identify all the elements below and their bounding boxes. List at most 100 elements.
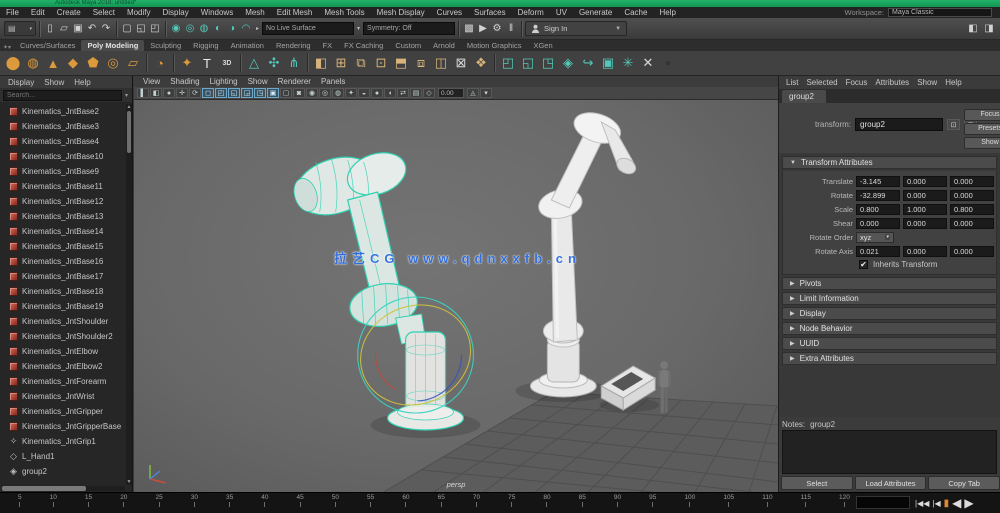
outliner-node-row[interactable]: ◈ group2 [0, 464, 132, 479]
menu-item[interactable]: UV [550, 8, 573, 17]
shear-x-field[interactable]: 0.000 [856, 218, 900, 229]
frame-tick[interactable]: 110 [762, 494, 772, 513]
shelf-tool-icon[interactable] [143, 52, 150, 75]
rotate-axis-y-field[interactable]: 0.000 [903, 246, 947, 257]
shelf-tool-icon[interactable]: ⬒ [391, 52, 411, 75]
viewport-toolbar-icon[interactable]: ✦ [345, 88, 357, 98]
shelf-tool-icon[interactable]: ⊞ [331, 52, 351, 75]
frame-tick[interactable]: 65 [438, 494, 445, 513]
shelf-tool-icon[interactable]: ◈ [558, 52, 578, 75]
shelf-tab[interactable]: Poly Modeling [81, 40, 144, 51]
outliner-node-row[interactable]: Kinematics_JntBase13 [0, 209, 132, 224]
play-backwards-button[interactable]: ◀ [952, 497, 961, 509]
frame-tick[interactable]: 45 [297, 494, 304, 513]
viewport-toolbar-icon[interactable]: ◉ [306, 88, 318, 98]
selection-mode-icon[interactable]: ◰ [148, 21, 162, 36]
menu-item[interactable]: Mesh Display [371, 8, 431, 17]
collapsed-section-header[interactable]: ▶ UUID [782, 337, 997, 350]
sidebar-toggle-icon[interactable]: ◧ [966, 21, 980, 36]
viewport-toolbar-icon[interactable]: ◖ [384, 88, 396, 98]
frame-tick[interactable]: 5 [18, 494, 22, 513]
outliner-node-row[interactable]: Kinematics_JntElbow2 [0, 359, 132, 374]
shelf-tool-icon[interactable]: ⬟ [83, 52, 103, 75]
viewport-toolbar-icon[interactable]: ✛ [176, 88, 188, 98]
menu-item[interactable]: Generate [573, 8, 618, 17]
frame-tick[interactable]: 95 [649, 494, 656, 513]
outliner-node-row[interactable]: Kinematics_JntWrist [0, 389, 132, 404]
snap-icon[interactable]: ◉ [169, 21, 183, 36]
frame-tick[interactable]: 75 [508, 494, 515, 513]
scroll-down-icon[interactable]: ▼ [127, 479, 132, 485]
header-button[interactable]: Show [964, 137, 1000, 149]
frame-tick[interactable]: 15 [85, 494, 92, 513]
collapsed-section-header[interactable]: ▶ Node Behavior [782, 322, 997, 335]
file-action-icon[interactable]: ↷ [99, 21, 113, 36]
node-tab[interactable]: group2 [782, 90, 826, 103]
attribute-editor-menu-item[interactable]: Help [941, 78, 965, 87]
shelf-tab[interactable]: Arnold [427, 40, 461, 51]
viewport-toolbar-icon[interactable]: ◎ [319, 88, 331, 98]
menu-item[interactable]: File [0, 8, 25, 17]
outliner-node-row[interactable]: Kinematics_JntElbow [0, 344, 132, 359]
node-name-field[interactable]: group2 [855, 118, 943, 131]
outliner-node-row[interactable]: ◇ L_Hand1 [0, 449, 132, 464]
menu-item[interactable]: Deform [512, 8, 550, 17]
attribute-editor-menu-item[interactable]: Focus [842, 78, 872, 87]
outliner-node-row[interactable]: Kinematics_JntBase18 [0, 284, 132, 299]
menuset-dropdown[interactable]: ▤▾ [4, 21, 36, 36]
outliner-node-row[interactable]: Kinematics_JntBase2 [0, 104, 132, 119]
viewport-toolbar-icon[interactable]: ● [163, 88, 175, 98]
shelf-tool-icon[interactable]: ✕ [638, 52, 658, 75]
shelf-tab[interactable]: Sculpting [144, 40, 187, 51]
shelf-tool-icon[interactable]: ⊠ [451, 52, 471, 75]
viewport-toolbar-icon[interactable]: ⇄ [397, 88, 409, 98]
header-button[interactable]: Focus [964, 109, 1000, 121]
statusline-separator[interactable] [163, 21, 168, 37]
frame-tick[interactable]: 105 [723, 494, 734, 513]
shelf-tool-icon[interactable]: ◰ [498, 52, 518, 75]
frame-tick[interactable]: 70 [473, 494, 480, 513]
attribute-editor-button[interactable]: Load Attributes [855, 476, 927, 490]
frame-tick[interactable]: 25 [155, 494, 162, 513]
shelf-tool-icon[interactable]: ✣ [264, 52, 284, 75]
frame-tick[interactable]: 60 [402, 494, 409, 513]
shelf-tool-icon[interactable]: △ [244, 52, 264, 75]
shelf-tool-icon[interactable] [170, 52, 177, 75]
viewport-toolbar-icon[interactable]: ◍ [332, 88, 344, 98]
panel-menu-item[interactable]: Renderer [273, 77, 316, 86]
outliner-node-row[interactable]: Kinematics_JntBase3 [0, 119, 132, 134]
scrollbar-thumb[interactable] [2, 486, 86, 491]
outliner-node-row[interactable]: Kinematics_JntBase11 [0, 179, 132, 194]
live-surface-field[interactable]: No Live Surface [262, 22, 354, 35]
file-action-icon[interactable]: ↶ [85, 21, 99, 36]
scale-z-field[interactable]: 0.800 [950, 204, 994, 215]
viewport-toolbar-icon[interactable]: ▌ [137, 88, 149, 98]
outliner-node-row[interactable]: Kinematics_JntShoulder2 [0, 329, 132, 344]
menu-item[interactable]: Create [51, 8, 87, 17]
viewport-toolbar-icon[interactable]: ◒ [358, 88, 370, 98]
viewport-toolbar-icon[interactable]: ▾ [480, 88, 492, 98]
pin-icon[interactable]: ⊡ [947, 119, 960, 130]
shelf-tab[interactable]: Custom [389, 40, 427, 51]
menu-item[interactable]: Windows [195, 8, 239, 17]
viewport-toolbar-icon[interactable]: ◰ [215, 88, 227, 98]
shelf-tool-icon[interactable] [237, 52, 244, 75]
field-caret-icon[interactable]: ▾ [355, 25, 362, 32]
scale-y-field[interactable]: 1.000 [903, 204, 947, 215]
menu-item[interactable]: Edit [25, 8, 51, 17]
menu-item[interactable]: Surfaces [468, 8, 512, 17]
translate-z-field[interactable]: 0.000 [950, 176, 994, 187]
viewport-toolbar-icon[interactable]: ▤ [410, 88, 422, 98]
panel-menu-item[interactable]: View [138, 77, 165, 86]
snap-icon[interactable]: ◠ [239, 21, 253, 36]
frame-tick[interactable]: 20 [120, 494, 127, 513]
signin-dropdown[interactable]: Sign In ▼ [525, 21, 627, 36]
shelf-tool-icon[interactable]: ⬤ [3, 52, 23, 75]
rotate-z-field[interactable]: 0.000 [950, 190, 994, 201]
sidebar-toggle-icon[interactable]: ◨ [982, 21, 996, 36]
shelf-tab[interactable]: Rigging [187, 40, 224, 51]
shelf-menu-icon[interactable]: ✦▾ [0, 44, 14, 51]
shelf-tab[interactable]: Motion Graphics [461, 40, 528, 51]
menu-item[interactable]: Mesh [239, 8, 271, 17]
current-time-marker[interactable]: ▮ [944, 498, 950, 509]
